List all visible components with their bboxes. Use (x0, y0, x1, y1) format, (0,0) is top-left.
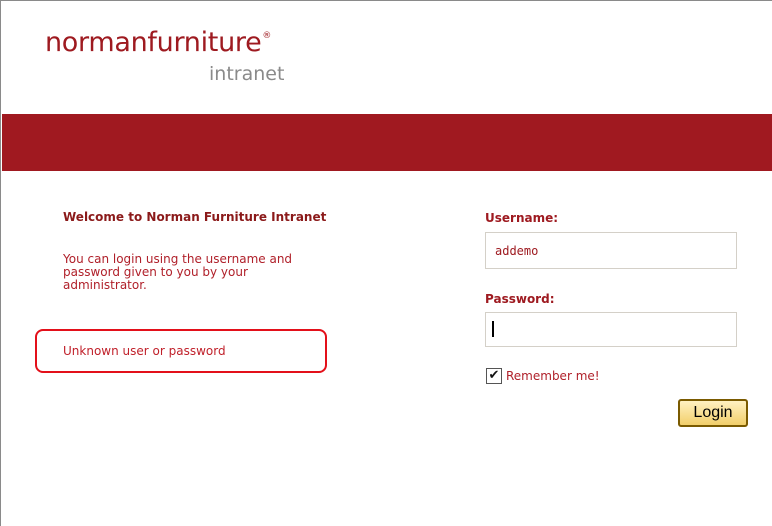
error-message: Unknown user or password (63, 344, 226, 358)
logo-subtitle: intranet (209, 63, 285, 85)
company-logo: normanfurniture® intranet (45, 27, 345, 97)
logo-brand-right: furniture (147, 27, 262, 58)
logo-registered-mark: ® (262, 31, 272, 41)
login-page: normanfurniture® intranet Welcome to Nor… (0, 0, 772, 526)
intro-text: You can login using the username and pas… (63, 253, 423, 292)
intro-line-3: administrator. (63, 278, 147, 292)
username-label: Username: (485, 211, 559, 225)
logo-brand-left: norman (45, 27, 148, 58)
text-cursor (492, 321, 494, 337)
remember-me-checkbox[interactable]: ✔ (486, 368, 502, 384)
header-banner (2, 114, 772, 171)
username-input[interactable] (485, 232, 737, 269)
logo-wordmark: normanfurniture® (45, 27, 272, 58)
remember-me-label[interactable]: Remember me! (506, 369, 600, 383)
checkmark-icon: ✔ (488, 368, 500, 383)
login-button[interactable]: Login (678, 399, 748, 427)
password-input[interactable] (485, 312, 737, 347)
remember-me-row: ✔ Remember me! (486, 367, 600, 385)
welcome-title: Welcome to Norman Furniture Intranet (63, 210, 327, 224)
password-label: Password: (485, 292, 555, 306)
